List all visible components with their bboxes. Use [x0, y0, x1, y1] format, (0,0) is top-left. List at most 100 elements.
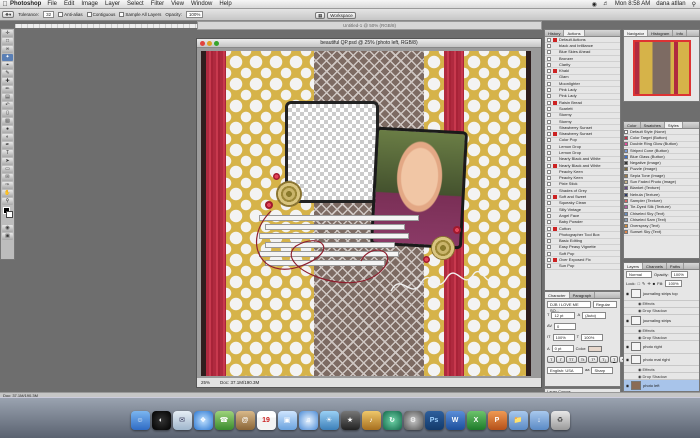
dialog-toggle-icon[interactable]: [553, 50, 557, 54]
menu-window[interactable]: Window: [191, 1, 212, 7]
photoshop-icon[interactable]: Ps: [424, 410, 444, 430]
action-toggle-checkbox[interactable]: [547, 213, 551, 218]
dialog-toggle-icon[interactable]: [553, 120, 557, 124]
eyedropper-tool-icon[interactable]: ✑: [2, 182, 13, 189]
layer-row[interactable]: ◉ photo left: [624, 380, 699, 391]
shape-tool-icon[interactable]: ▭: [2, 166, 13, 173]
dialog-toggle-icon[interactable]: [553, 220, 557, 224]
language-select[interactable]: English: USA: [547, 367, 583, 374]
dialog-toggle-icon[interactable]: [553, 132, 557, 137]
type-tool-icon[interactable]: T: [2, 150, 13, 157]
effect-visibility-eye-icon[interactable]: ◉: [638, 335, 642, 340]
dodge-tool-icon[interactable]: ◐: [2, 134, 13, 141]
action-toggle-checkbox[interactable]: [547, 144, 551, 149]
garageband-icon[interactable]: ♪: [361, 410, 381, 430]
action-toggle-checkbox[interactable]: [547, 258, 551, 263]
zoom-window-icon[interactable]: [214, 41, 219, 46]
layer-visibility-eye-icon[interactable]: ◉: [625, 318, 630, 323]
action-toggle-checkbox[interactable]: [547, 69, 551, 74]
crop-tool-icon[interactable]: ⌖: [2, 62, 13, 69]
safari-icon[interactable]: ❖: [193, 410, 213, 430]
imovie-icon[interactable]: ★: [340, 410, 360, 430]
tab-navigator[interactable]: Navigator: [624, 30, 649, 36]
history-brush-tool-icon[interactable]: ↶: [2, 102, 13, 109]
dialog-toggle-icon[interactable]: [553, 69, 557, 74]
finder-icon[interactable]: ☺: [130, 410, 150, 430]
layer-effect-row[interactable]: ◉ Effects: [624, 327, 699, 334]
anti-alias-select[interactable]: Sharp: [591, 367, 614, 374]
action-item[interactable]: Sun Pop: [545, 264, 620, 270]
layer-effect-row[interactable]: ◉ Effects: [624, 366, 699, 373]
action-toggle-checkbox[interactable]: [547, 220, 551, 225]
volume-icon[interactable]: ♬: [603, 1, 609, 7]
effect-visibility-eye-icon[interactable]: ◉: [638, 374, 642, 379]
workspace-button[interactable]: Workspace: [327, 11, 356, 19]
action-toggle-checkbox[interactable]: [547, 119, 551, 124]
action-toggle-checkbox[interactable]: [547, 195, 551, 200]
lock-position-icon[interactable]: ✛: [647, 281, 650, 286]
spotlight-icon[interactable]: ⚲: [692, 1, 696, 8]
background-color[interactable]: [6, 211, 13, 218]
layer-row[interactable]: ◉ photo mat right: [624, 354, 699, 366]
trash-icon[interactable]: ♻: [550, 410, 570, 430]
path-selection-tool-icon[interactable]: ➤: [2, 158, 13, 165]
dialog-toggle-icon[interactable]: [553, 113, 557, 117]
pen-tool-icon[interactable]: ✒: [2, 142, 13, 149]
text-color-swatch[interactable]: [588, 345, 603, 352]
tab-actions[interactable]: Actions: [564, 30, 585, 36]
menu-help[interactable]: Help: [219, 1, 231, 7]
clone-stamp-tool-icon[interactable]: ▤: [2, 94, 13, 101]
dialog-toggle-icon[interactable]: [553, 195, 557, 200]
action-toggle-checkbox[interactable]: [547, 232, 551, 237]
mail-icon[interactable]: ✉: [172, 410, 192, 430]
dialog-toggle-icon[interactable]: [553, 75, 557, 79]
canvas[interactable]: [201, 51, 531, 376]
move-tool-icon[interactable]: ✛: [2, 30, 13, 37]
dialog-toggle-icon[interactable]: [553, 126, 557, 130]
iphoto-icon[interactable]: ☀: [319, 410, 339, 430]
leading-input[interactable]: (Auto): [582, 312, 607, 319]
dialog-toggle-icon[interactable]: [553, 176, 557, 180]
ical-icon[interactable]: 19: [256, 410, 276, 430]
action-toggle-checkbox[interactable]: [547, 125, 551, 130]
action-toggle-checkbox[interactable]: [547, 94, 551, 99]
tab-channels[interactable]: Channels: [643, 263, 667, 269]
action-toggle-checkbox[interactable]: [547, 43, 551, 48]
action-toggle-checkbox[interactable]: [547, 37, 551, 42]
dialog-toggle-icon[interactable]: [553, 63, 557, 67]
dialog-toggle-icon[interactable]: [553, 88, 557, 92]
tolerance-input[interactable]: 32: [43, 11, 55, 18]
contiguous-option[interactable]: Contiguous: [86, 12, 115, 18]
layer-row[interactable]: ◉ journaling strips: [624, 315, 699, 327]
anti-alias-checkbox[interactable]: [58, 12, 64, 18]
action-toggle-checkbox[interactable]: [547, 157, 551, 162]
lock-image-icon[interactable]: ✎: [642, 281, 645, 286]
font-style-select[interactable]: Regular: [593, 301, 617, 308]
gradient-tool-icon[interactable]: ▧: [2, 118, 13, 125]
marquee-tool-icon[interactable]: □: [2, 38, 13, 45]
tab-character[interactable]: Character: [545, 292, 570, 298]
dialog-toggle-icon[interactable]: [553, 145, 557, 149]
action-toggle-checkbox[interactable]: [547, 226, 551, 231]
dialog-toggle-icon[interactable]: [553, 170, 557, 174]
blur-tool-icon[interactable]: ●: [2, 126, 13, 133]
dialog-toggle-icon[interactable]: [553, 264, 557, 268]
tab-paragraph[interactable]: Paragraph: [570, 292, 596, 298]
layer-effect-row[interactable]: ◉ Drop Shadow: [624, 334, 699, 341]
dialog-toggle-icon[interactable]: [553, 226, 557, 231]
powerpoint-icon[interactable]: P: [487, 410, 507, 430]
time-machine-icon[interactable]: ↻: [382, 410, 402, 430]
faux-bold-button[interactable]: T: [547, 356, 556, 363]
menu-clock[interactable]: Mon 8:58 AM: [615, 1, 650, 7]
slice-tool-icon[interactable]: ✎: [2, 70, 13, 77]
tab-paths[interactable]: Paths: [667, 263, 685, 269]
menu-image[interactable]: Image: [81, 1, 98, 7]
zoom-level[interactable]: 25%: [201, 378, 210, 387]
effect-visibility-eye-icon[interactable]: ◉: [638, 301, 642, 306]
all-caps-button[interactable]: TT: [565, 356, 577, 363]
dialog-toggle-icon[interactable]: [553, 258, 557, 263]
sample-all-layers-checkbox[interactable]: [119, 12, 125, 18]
dialog-toggle-icon[interactable]: [553, 107, 557, 111]
blend-mode-select[interactable]: Normal: [626, 271, 652, 278]
menu-edit[interactable]: Edit: [64, 1, 74, 7]
